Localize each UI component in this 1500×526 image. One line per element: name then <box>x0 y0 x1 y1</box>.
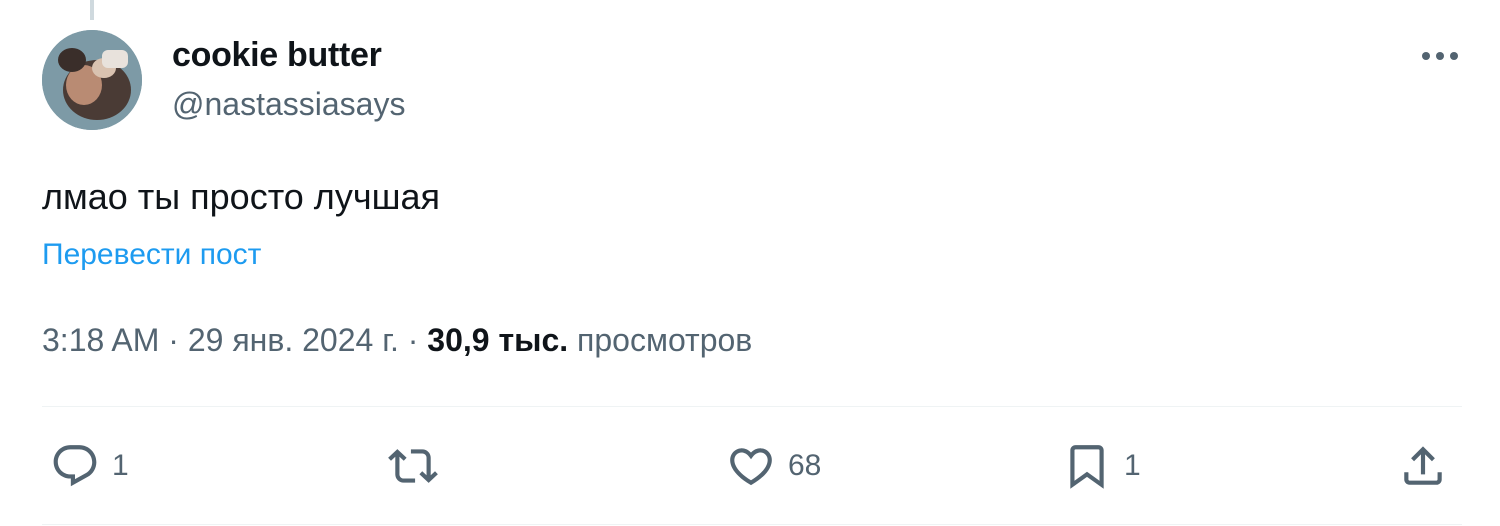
more-options-button[interactable] <box>1418 38 1462 74</box>
views-label[interactable]: просмотров <box>577 322 752 358</box>
translate-post-link[interactable]: Перевести пост <box>42 238 261 272</box>
bookmark-count: 1 <box>1124 449 1141 482</box>
divider <box>42 406 1462 407</box>
like-count: 68 <box>788 449 822 482</box>
post-time[interactable]: 3:18 AM <box>42 322 159 358</box>
repost-icon <box>388 449 438 483</box>
reply-button[interactable]: 1 <box>50 438 129 494</box>
meta-separator: · <box>407 322 419 358</box>
views-count[interactable]: 30,9 тыс. <box>427 322 568 358</box>
reply-count: 1 <box>112 449 129 482</box>
author-display-name[interactable]: cookie butter <box>172 36 382 75</box>
author-handle[interactable]: @nastassiasays <box>172 86 405 123</box>
bookmark-button[interactable]: 1 <box>1062 438 1141 494</box>
meta-separator: · <box>168 322 179 358</box>
thread-connector-line <box>90 0 94 20</box>
post-date[interactable]: 29 янв. 2024 г. <box>188 322 399 358</box>
post-meta: 3:18 AM · 29 янв. 2024 г. · 30,9 тыс. пр… <box>42 322 752 359</box>
heart-icon <box>730 448 772 486</box>
post-text: лмао ты просто лучшая <box>42 176 440 217</box>
reply-icon <box>53 445 97 487</box>
share-icon <box>1404 446 1442 485</box>
like-button[interactable]: 68 <box>726 438 821 494</box>
avatar-image <box>42 30 142 130</box>
repost-button[interactable] <box>388 438 450 494</box>
share-button[interactable] <box>1398 438 1448 494</box>
avatar[interactable] <box>42 30 142 130</box>
bookmark-icon <box>1070 445 1104 489</box>
divider <box>42 524 1462 525</box>
more-horizontal-icon <box>1422 52 1458 60</box>
